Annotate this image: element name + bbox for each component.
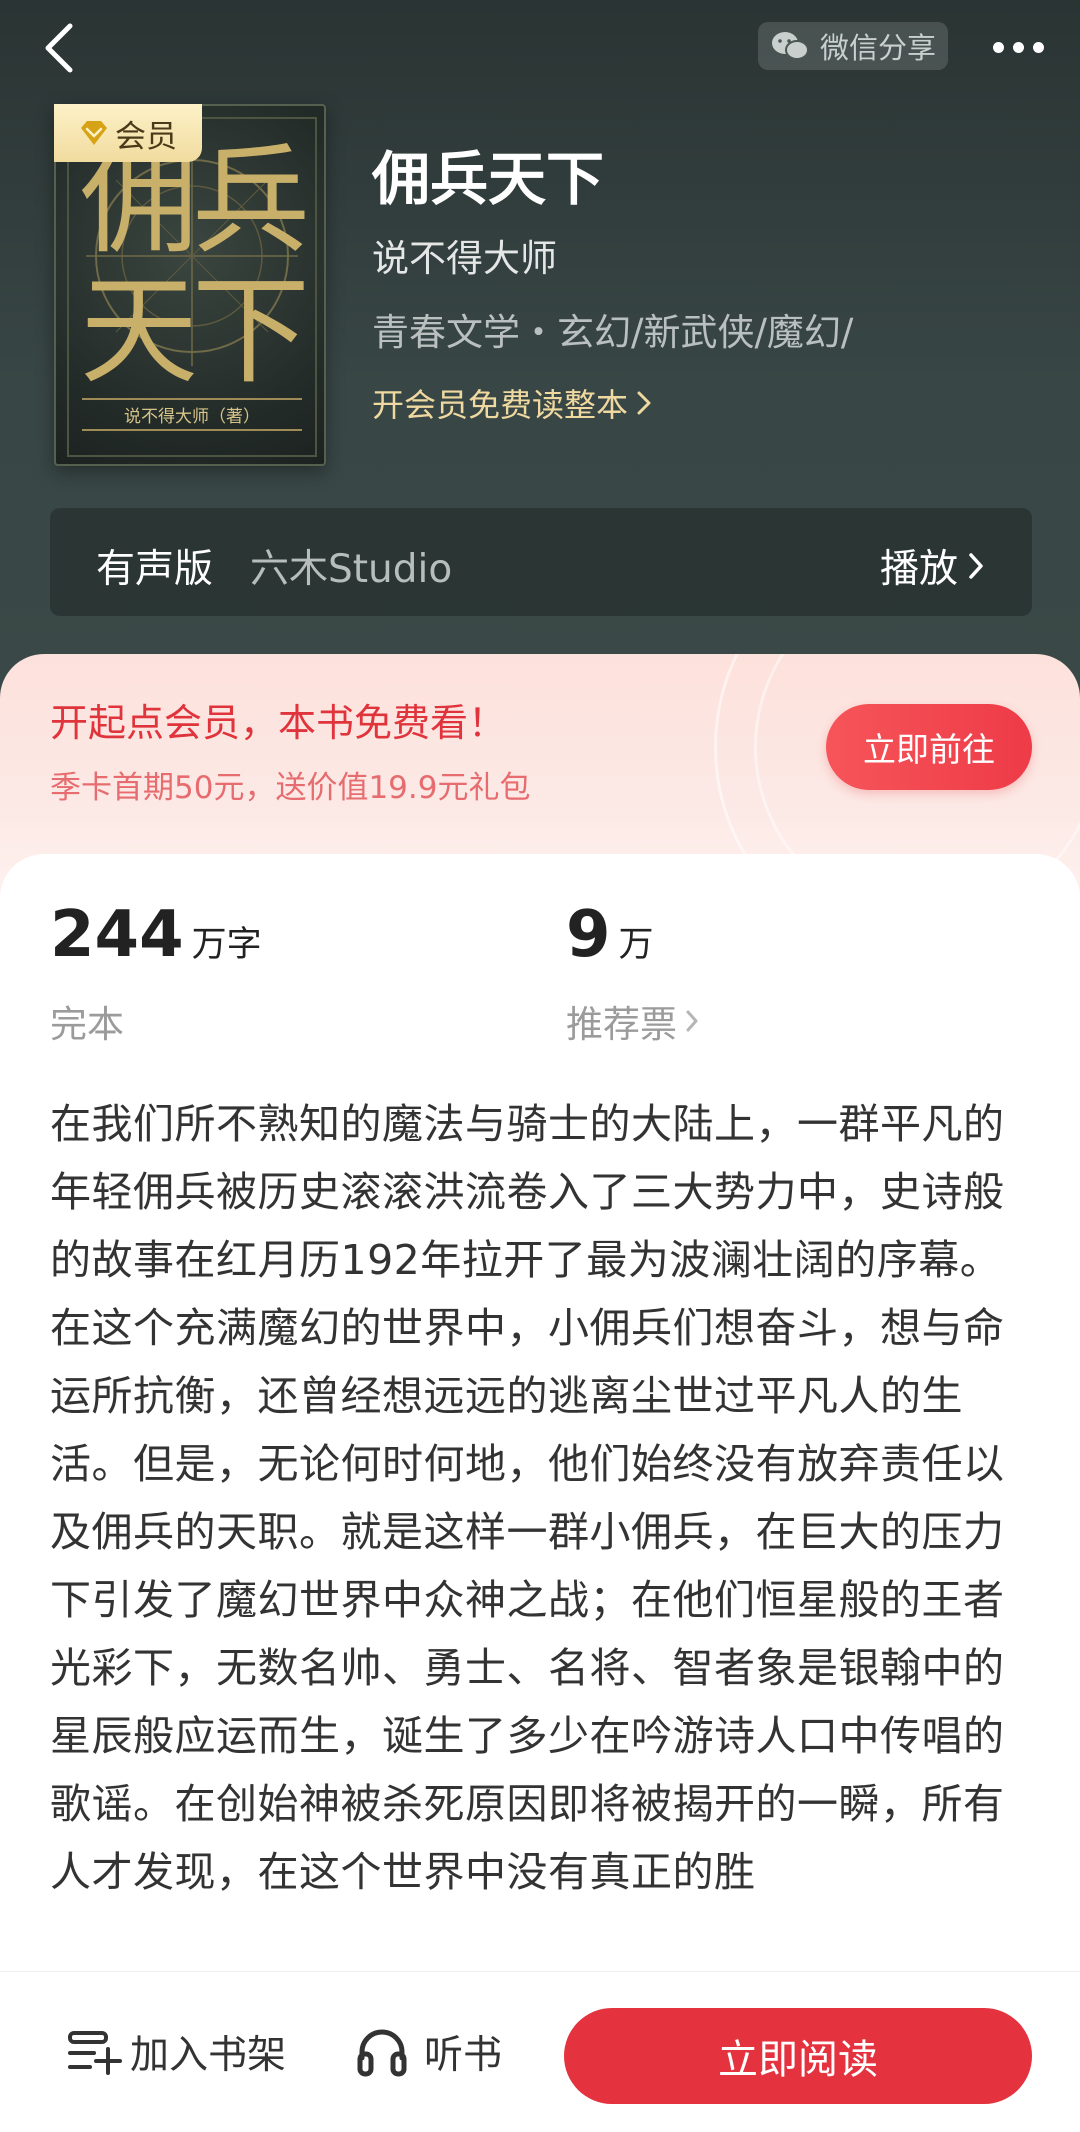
vip-badge-label: 会员	[115, 118, 177, 155]
back-arrow-icon	[45, 23, 73, 73]
chevron-right-icon	[637, 391, 651, 415]
bottom-action-bar: 加入书架 听书 立即阅读	[0, 1972, 1080, 2132]
votes-label: 推荐票	[566, 1003, 677, 1046]
book-title: 佣兵天下	[372, 145, 605, 213]
read-now-button[interactable]: 立即阅读	[564, 2008, 1032, 2104]
headphones-icon	[357, 2029, 407, 2077]
book-status-label: 完本	[50, 1003, 124, 1046]
audio-version-bar[interactable]: 有声版 六木Studio 播放	[50, 508, 1032, 616]
play-label: 播放	[879, 547, 958, 592]
audio-label: 有声版	[96, 547, 214, 592]
vip-free-read-link[interactable]: 开会员免费读整本	[372, 380, 652, 426]
book-author[interactable]: 说不得大师	[372, 228, 557, 282]
chevron-right-icon	[686, 1010, 698, 1032]
book-categories: 青春文学・玄幻/新武侠/魔幻/	[372, 311, 854, 354]
book-details: 244 万字 完本 9万 推荐票 在我们所不熟知的魔法与骑士的大陆上，一群平凡的年…	[0, 854, 1080, 1974]
cover-author: 说不得大师（著）	[82, 398, 302, 431]
recommend-votes-stat[interactable]: 9万 推荐票	[566, 898, 698, 1046]
wechat-share-button[interactable]: 微信分享	[758, 22, 948, 70]
word-count-stat: 244 万字 完本	[50, 898, 262, 1046]
votes-unit: 万	[618, 925, 654, 965]
more-dot-icon	[1032, 41, 1044, 53]
vip-badge: 会员	[54, 104, 202, 162]
more-dot-icon	[992, 41, 1004, 53]
listen-label: 听书	[424, 2033, 503, 2078]
book-status: 完本	[50, 994, 124, 1048]
back-button[interactable]	[28, 18, 88, 78]
diamond-icon	[81, 121, 107, 145]
promo-subtitle: 季卡首期50元，送价值19.9元礼包	[50, 770, 531, 806]
promo-title: 开起点会员，本书免费看！	[50, 701, 507, 745]
play-button[interactable]: 播放	[880, 538, 984, 594]
go-now-button[interactable]: 立即前往	[826, 704, 1032, 790]
book-header: 微信分享 佣兵 天下 说不得大师（著） 会员 佣兵天下 说不得大师 青春文学・玄…	[0, 0, 1080, 700]
audio-studio: 六木Studio	[250, 547, 453, 592]
more-button[interactable]	[978, 24, 1058, 70]
add-to-shelf-label: 加入书架	[130, 2033, 287, 2078]
share-label: 微信分享	[819, 31, 936, 65]
add-shelf-icon	[68, 2031, 122, 2075]
vip-link-label: 开会员免费读整本	[372, 386, 629, 424]
word-count-unit: 万字	[191, 925, 262, 965]
cover-title-line: 天下	[80, 262, 310, 400]
cover-title: 佣兵 天下	[80, 136, 310, 400]
word-count-value: 244	[50, 898, 184, 972]
add-to-shelf-button[interactable]: 加入书架	[66, 2014, 286, 2090]
votes-value: 9	[566, 898, 611, 972]
more-dot-icon	[1012, 41, 1024, 53]
votes-link[interactable]: 推荐票	[566, 994, 699, 1048]
listen-button[interactable]: 听书	[356, 2014, 502, 2090]
chevron-right-icon	[969, 553, 983, 579]
wechat-icon	[771, 32, 809, 60]
book-description: 在我们所不熟知的魔法与骑士的大陆上，一群平凡的年轻佣兵被历史滚滚洪流卷入了三大势…	[50, 1100, 1005, 1896]
